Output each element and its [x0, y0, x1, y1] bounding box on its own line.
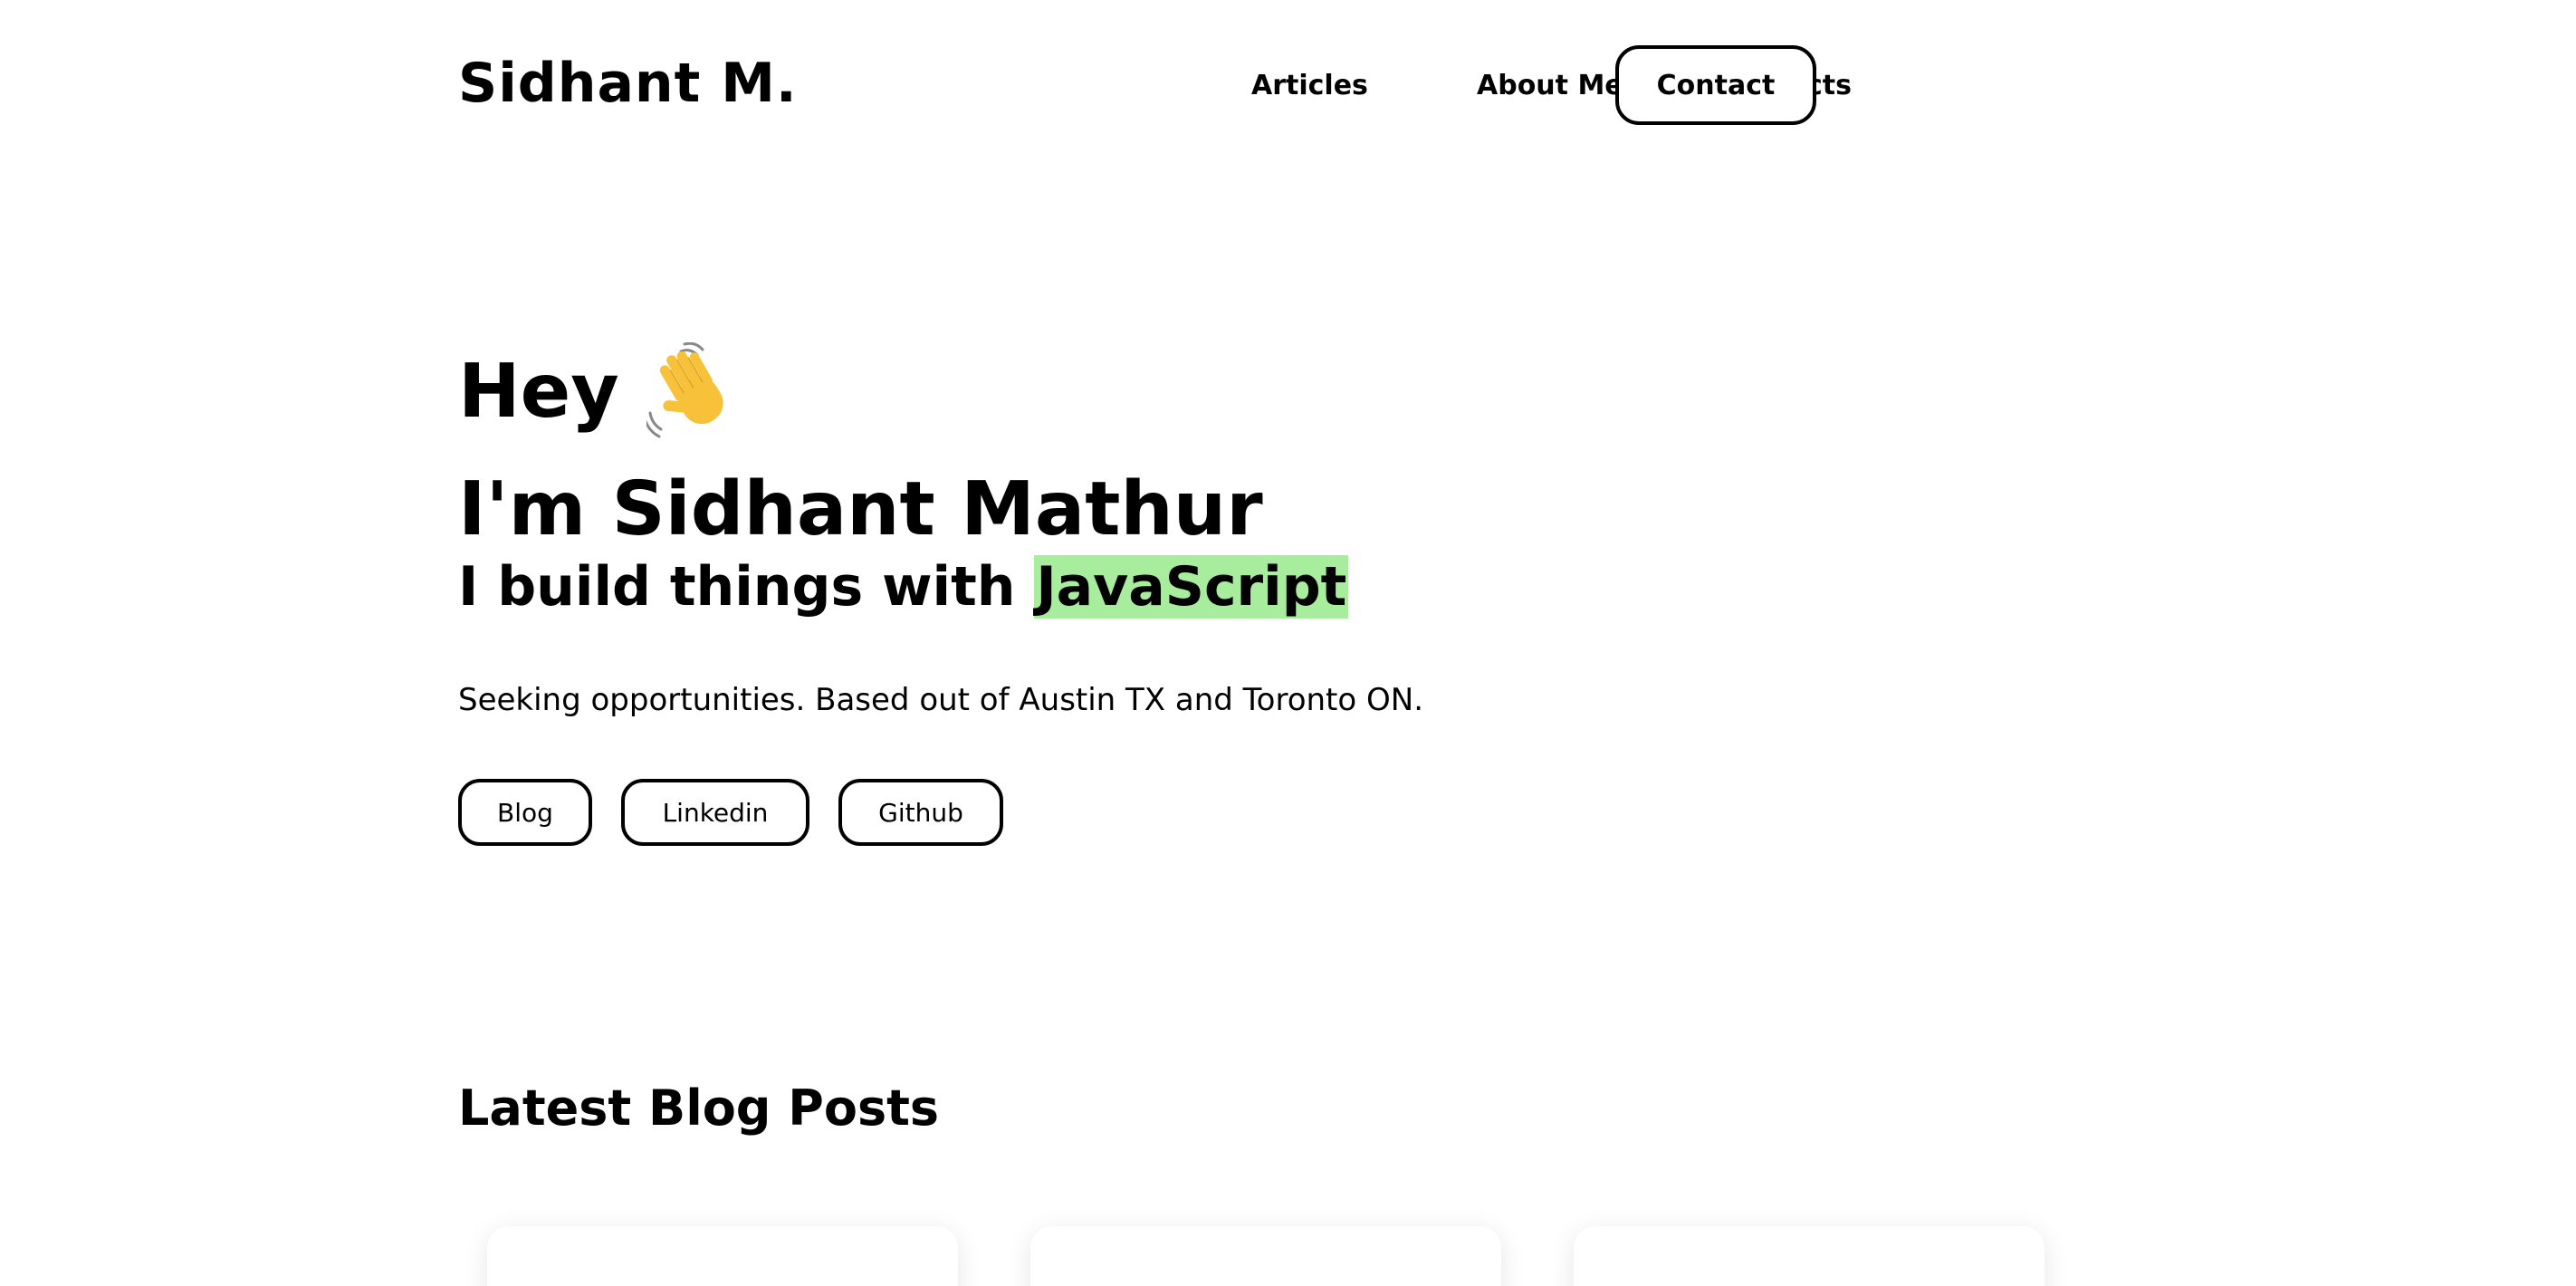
blog-post-card[interactable]: [1574, 1226, 2045, 1286]
hero-name-heading: I'm Sidhant Mathur: [458, 466, 1263, 552]
hero-subtitle: Seeking opportunities. Based out of Aust…: [458, 682, 1424, 718]
blog-link-button[interactable]: Blog: [458, 779, 592, 846]
greeting-text: Hey: [458, 349, 619, 435]
social-links: Blog Linkedin Github: [458, 779, 1003, 846]
blog-post-card[interactable]: [1030, 1226, 1501, 1286]
contact-button[interactable]: Contact: [1615, 45, 1816, 125]
github-link-button[interactable]: Github: [838, 779, 1003, 846]
tagline-highlight: JavaScript: [1034, 555, 1349, 619]
page: Sidhant M. Articles About Me Projects Co…: [0, 0, 2576, 1286]
latest-blog-posts-heading: Latest Blog Posts: [458, 1080, 940, 1137]
brand-logo-link[interactable]: Sidhant M.: [458, 47, 798, 120]
nav-articles-link[interactable]: Articles: [1251, 70, 1368, 101]
nav-about-me-link[interactable]: About Me: [1477, 70, 1623, 101]
hero-tagline: I build things with JavaScript: [458, 551, 1349, 623]
tagline-prefix: I build things with: [458, 555, 1016, 619]
linkedin-link-button[interactable]: Linkedin: [621, 779, 809, 846]
waving-hand-icon: [643, 341, 737, 442]
blog-post-card[interactable]: [487, 1226, 958, 1286]
hero-greeting: Hey: [458, 341, 737, 442]
